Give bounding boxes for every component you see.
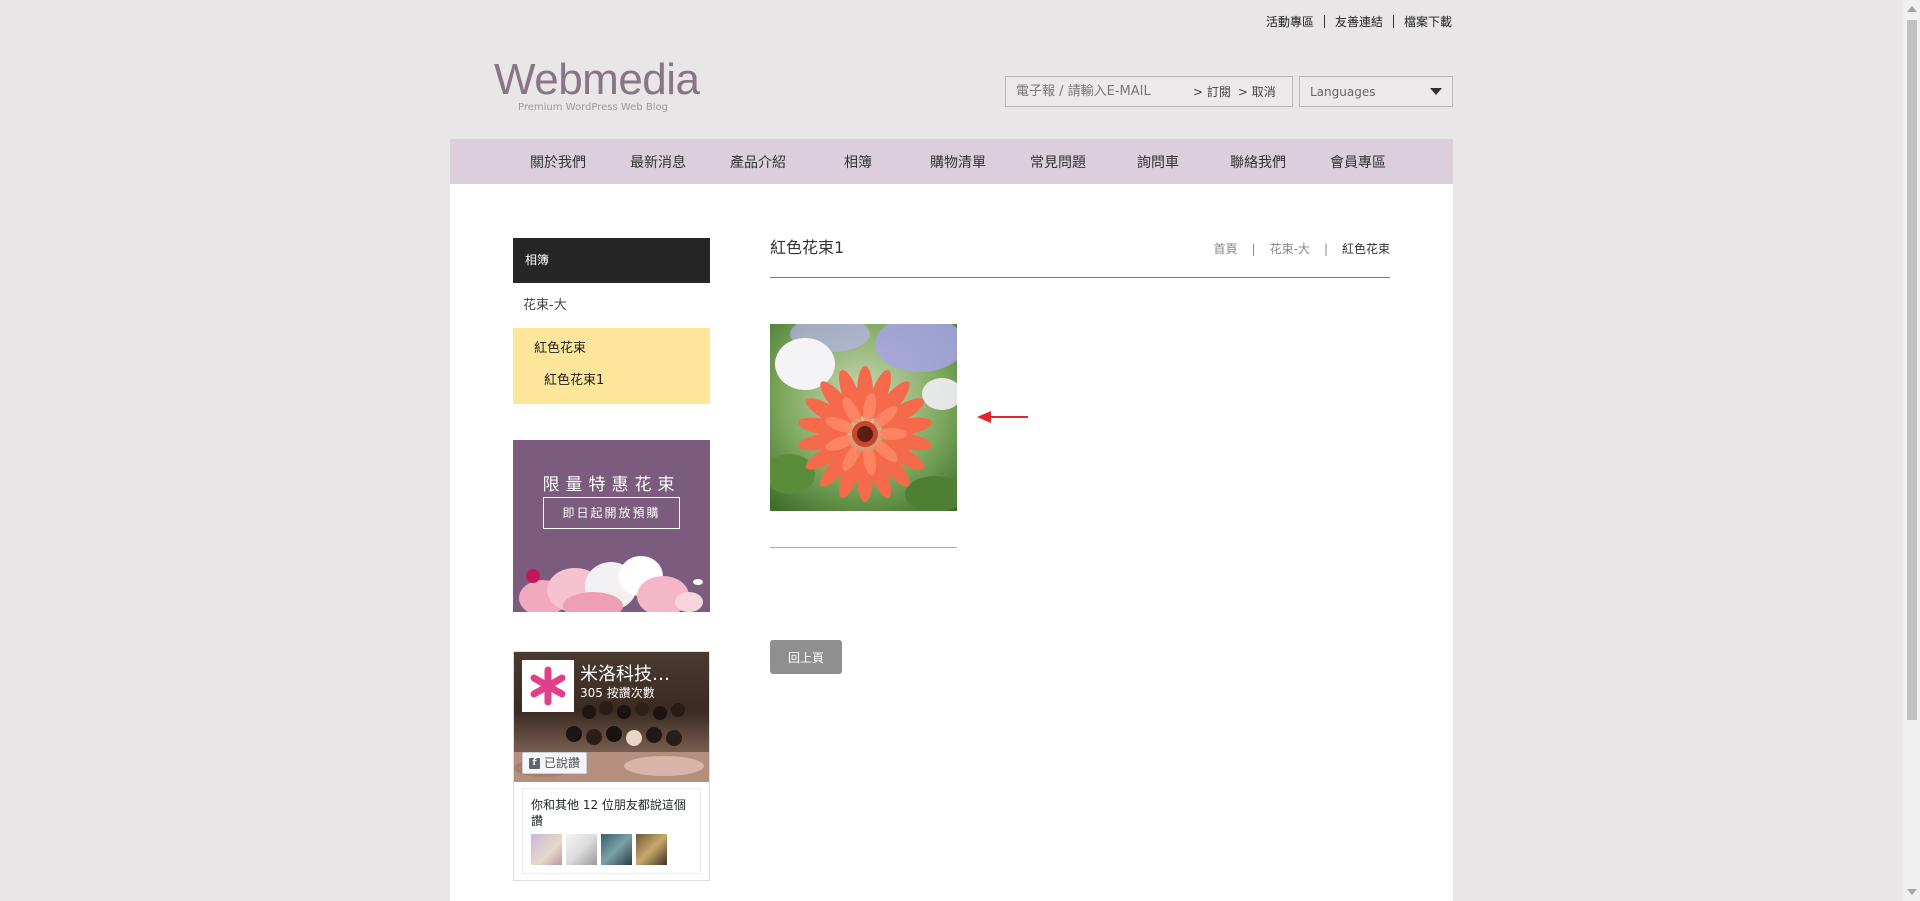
arrow-left-icon	[977, 411, 1028, 423]
nav-item-members[interactable]: 會員專區	[1308, 152, 1408, 172]
main-nav: 關於我們 最新消息 產品介紹 相簿 購物清單 常見問題 詢問車 聯絡我們 會員專…	[450, 139, 1453, 184]
facebook-liked-button[interactable]: f 已說讚	[522, 752, 588, 774]
sidebar-item-current[interactable]: 紅色花束1	[513, 363, 710, 398]
top-link-events[interactable]: 活動專區	[1266, 13, 1314, 30]
asterisk-logo-icon	[530, 666, 566, 706]
facebook-liked-label: 已說讚	[544, 756, 581, 770]
chevron-down-icon	[1430, 88, 1442, 95]
back-button[interactable]: 回上頁	[770, 640, 842, 674]
facebook-like-count: 305 按讚次數	[580, 686, 655, 700]
facebook-page-widget: 米洛科技… 305 按讚次數 f 已說讚 你和其他 12 位朋友都說這個讚	[513, 651, 710, 881]
nav-item-products[interactable]: 產品介紹	[708, 152, 808, 172]
subscribe-button[interactable]: > 訂閱	[1193, 83, 1231, 100]
scrollbar-thumb[interactable]	[1907, 20, 1917, 720]
friend-avatars	[531, 834, 692, 865]
avatar[interactable]	[601, 834, 632, 865]
flower-photo[interactable]	[770, 324, 957, 511]
sidebar-heading: 相簿	[513, 238, 710, 283]
sidebar-item-subcategory[interactable]: 紅色花束	[513, 334, 710, 363]
breadcrumb-category[interactable]: 花束-大	[1270, 240, 1310, 257]
unsubscribe-button[interactable]: > 取消	[1238, 83, 1276, 100]
language-select-value: Languages	[1310, 84, 1376, 99]
newsletter-subscribe: > 訂閱 > 取消	[1005, 76, 1293, 107]
newsletter-email-input[interactable]	[1006, 83, 1186, 100]
breadcrumb: 首頁 | 花束-大 | 紅色花束	[1214, 240, 1390, 257]
promo-title: 限量特惠花束	[542, 475, 681, 495]
avatar[interactable]	[531, 834, 562, 865]
top-link-separator	[1323, 15, 1325, 28]
promo-subtitle: 即日起開放預購	[543, 497, 680, 529]
avatar[interactable]	[636, 834, 667, 865]
nav-item-contact[interactable]: 聯絡我們	[1208, 152, 1308, 172]
top-link-downloads[interactable]: 檔案下載	[1404, 13, 1452, 30]
facebook-page-name[interactable]: 米洛科技…	[580, 660, 670, 686]
breadcrumb-current: 紅色花束	[1341, 242, 1390, 256]
sidebar-active-group: 紅色花束 紅色花束1	[513, 328, 710, 404]
facebook-page-avatar[interactable]	[522, 660, 574, 712]
top-link-separator	[1392, 15, 1394, 28]
nav-item-faq[interactable]: 常見問題	[1008, 152, 1108, 172]
nav-item-album[interactable]: 相簿	[808, 152, 908, 172]
facebook-friends-box: 你和其他 12 位朋友都說這個讚	[522, 788, 701, 874]
language-select[interactable]: Languages	[1299, 76, 1453, 107]
breadcrumb-home[interactable]: 首頁	[1214, 240, 1238, 257]
site-logo[interactable]: Webmedia Premium WordPress Web Blog	[494, 55, 700, 114]
scroll-up-icon[interactable]	[1907, 6, 1917, 12]
breadcrumb-separator: |	[1251, 241, 1256, 256]
nav-item-inquiry-cart[interactable]: 詢問車	[1108, 152, 1208, 172]
scroll-down-icon[interactable]	[1907, 889, 1917, 895]
promo-flowers-image	[519, 556, 703, 612]
sidebar-item-category[interactable]: 花束-大	[513, 283, 710, 328]
page-title: 紅色花束1	[770, 238, 845, 257]
photo-divider	[770, 547, 957, 548]
facebook-friends-text: 你和其他 12 位朋友都說這個讚	[531, 798, 686, 828]
title-divider	[770, 277, 1390, 278]
content-panel: 相簿 花束-大 紅色花束 紅色花束1 限量特惠花束 即日起開放預購 米洛科技… …	[450, 184, 1453, 901]
nav-item-shopping-list[interactable]: 購物清單	[908, 152, 1008, 172]
breadcrumb-separator: |	[1323, 241, 1328, 256]
nav-item-about[interactable]: 關於我們	[508, 152, 608, 172]
avatar[interactable]	[566, 834, 597, 865]
promo-banner[interactable]: 限量特惠花束 即日起開放預購	[513, 440, 710, 612]
nav-item-news[interactable]: 最新消息	[608, 152, 708, 172]
facebook-icon: f	[529, 757, 540, 769]
page-scrollbar[interactable]	[1903, 0, 1920, 901]
top-utility-links: 活動專區 友善連結 檔案下載	[1266, 13, 1452, 30]
facebook-cover-photo[interactable]: 米洛科技… 305 按讚次數 f 已說讚	[514, 652, 709, 782]
gerbera-flower-image	[770, 324, 957, 511]
top-link-friendly-links[interactable]: 友善連結	[1335, 13, 1383, 30]
logo-brand: Webmedia	[494, 55, 700, 104]
sidebar-menu: 相簿 花束-大 紅色花束 紅色花束1	[513, 238, 710, 404]
